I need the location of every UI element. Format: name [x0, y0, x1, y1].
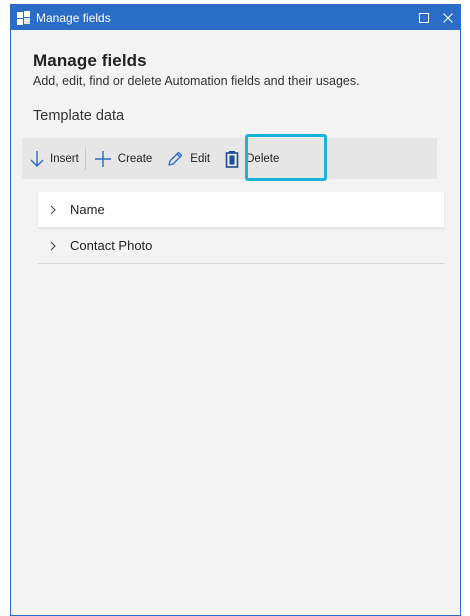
fields-list: Name Contact Photo — [38, 192, 444, 264]
insert-label: Insert — [50, 152, 79, 165]
manage-fields-window: Manage fields Manage fields Add, edit, f… — [10, 4, 461, 616]
puzzle-icon — [16, 10, 32, 26]
chevron-right-icon[interactable] — [40, 241, 66, 251]
create-button[interactable]: Create — [86, 138, 159, 179]
close-icon[interactable] — [436, 5, 460, 30]
delete-label: Delete — [246, 152, 280, 165]
edit-button[interactable]: Edit — [158, 138, 216, 179]
chevron-right-icon[interactable] — [40, 205, 66, 215]
maximize-icon[interactable] — [412, 5, 436, 30]
insert-button[interactable]: Insert — [22, 138, 85, 179]
page-subtitle: Add, edit, find or delete Automation fie… — [33, 74, 360, 88]
window-controls — [412, 5, 460, 30]
list-item-label: Name — [70, 202, 105, 217]
arrow-down-icon — [30, 150, 44, 168]
create-label: Create — [117, 152, 153, 165]
fields-toolbar: Insert Create Edit Delete — [22, 138, 437, 179]
edit-label: Edit — [190, 152, 211, 165]
trash-icon — [224, 150, 240, 168]
pencil-icon — [166, 150, 184, 168]
page-title: Manage fields — [33, 51, 147, 70]
list-item[interactable]: Contact Photo — [38, 228, 444, 264]
window-title: Manage fields — [36, 10, 111, 25]
dialog-content: Manage fields Add, edit, find or delete … — [11, 51, 460, 124]
title-bar[interactable]: Manage fields — [11, 5, 460, 30]
section-title: Template data — [33, 108, 125, 124]
plus-icon — [94, 150, 112, 168]
delete-button[interactable]: Delete — [216, 138, 289, 179]
list-item-label: Contact Photo — [70, 238, 153, 253]
list-item[interactable]: Name — [38, 192, 444, 228]
